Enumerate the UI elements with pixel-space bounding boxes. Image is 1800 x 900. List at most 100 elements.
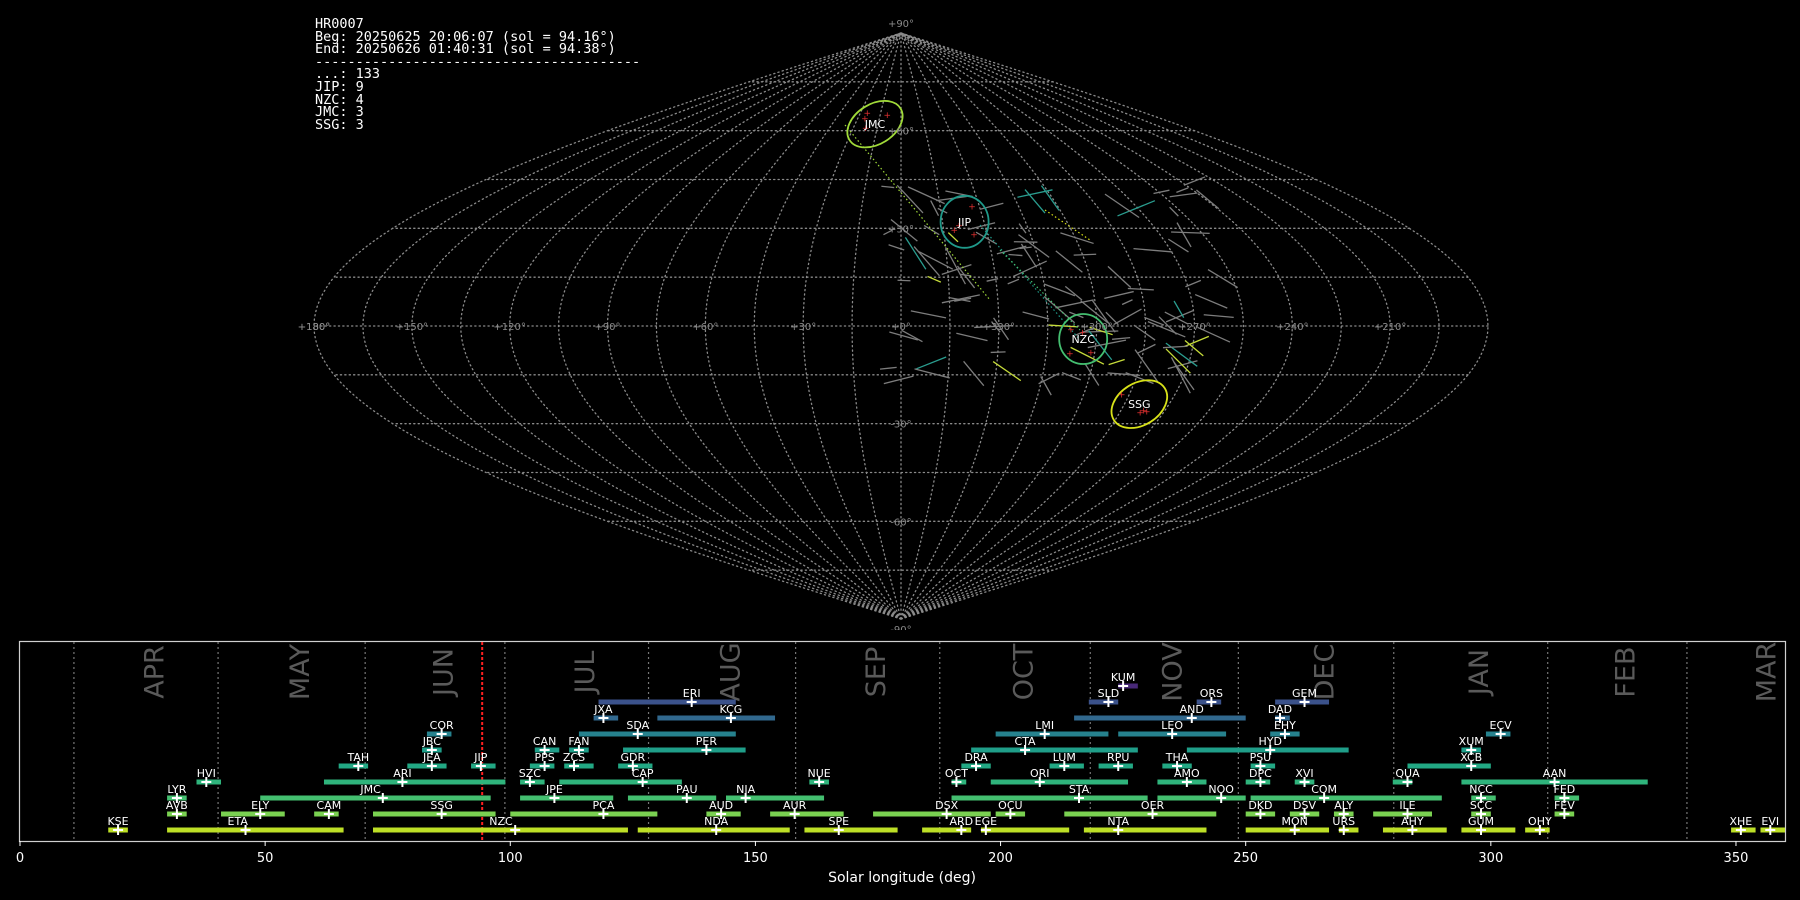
longitude-tick-label: +180° xyxy=(298,322,330,333)
shower-bar xyxy=(804,827,898,833)
meteor-trail xyxy=(1137,343,1156,354)
shower-label: SDA xyxy=(626,719,649,732)
meteor-trail xyxy=(879,366,897,370)
longitude-tick-label: +60° xyxy=(692,322,718,333)
meteor-trail xyxy=(1176,187,1189,194)
radiant-point: + xyxy=(970,231,978,241)
shower-label: XVI xyxy=(1295,767,1313,780)
shower-bar xyxy=(637,827,790,833)
shower-label: NOO xyxy=(1208,783,1234,796)
shower-bar xyxy=(1245,827,1330,833)
shower-label: LMI xyxy=(1035,719,1054,732)
meteor-trail xyxy=(990,351,1006,354)
radiant-point: + xyxy=(1118,390,1126,400)
shower-trail xyxy=(999,249,1081,331)
meteor-trail xyxy=(941,294,980,304)
latitude-tick-label: +60° xyxy=(888,127,914,138)
shower-bar xyxy=(980,827,1070,833)
shower-label: AHY xyxy=(1401,815,1424,828)
shower-label: SSG xyxy=(430,799,453,812)
shower-bar xyxy=(951,779,967,785)
latitude-tick-label: -30° xyxy=(890,420,911,431)
shower-bar xyxy=(1186,747,1349,753)
shower-bar xyxy=(1731,827,1756,833)
shower-bar xyxy=(314,811,339,817)
meteor-trail xyxy=(1133,247,1173,253)
shower-bar xyxy=(1485,731,1511,737)
longitude-tick-label: +120° xyxy=(493,322,525,333)
shower-bar xyxy=(726,795,825,801)
shower-label: DPC xyxy=(1249,767,1272,780)
shower-bar xyxy=(657,715,776,721)
radiant-label: JIP xyxy=(957,216,971,229)
shower-label: XCB xyxy=(1460,751,1482,764)
shower-label: DAD xyxy=(1268,703,1292,716)
longitude-tick-label: +90° xyxy=(594,322,620,333)
shower-label: ARI xyxy=(393,767,411,780)
meteor-trail xyxy=(1040,185,1060,211)
shower-label: SLD xyxy=(1098,687,1120,700)
shower-bar xyxy=(534,747,560,753)
meteor-trail xyxy=(992,360,1022,382)
shower-bar xyxy=(196,779,222,785)
shower-bar xyxy=(1064,811,1217,817)
meteor-trail xyxy=(1133,324,1156,341)
meteor-trail xyxy=(1162,345,1188,349)
longitude-tick-label: +300° xyxy=(1080,322,1112,333)
shower-label: OCT xyxy=(945,767,968,780)
radiant-label: JMC xyxy=(864,118,886,131)
timeline-frame xyxy=(18,640,1787,843)
shower-bar xyxy=(510,811,658,817)
shower-bar xyxy=(1118,731,1227,737)
shower-label: OHY xyxy=(1528,815,1552,828)
shower-bar xyxy=(706,811,741,817)
shower-label: NZC xyxy=(489,815,513,828)
shower-label: PSU xyxy=(1250,751,1272,764)
shower-label: DSX xyxy=(935,799,958,812)
shower-bar xyxy=(1392,779,1413,785)
shower-bar xyxy=(995,811,1026,817)
shower-label: SCC xyxy=(1470,799,1493,812)
shower-bar xyxy=(593,715,619,721)
shower-bar xyxy=(1461,827,1516,833)
shower-label: AND xyxy=(1180,703,1204,716)
shower-label: DSV xyxy=(1293,799,1316,812)
shower-label: JEA xyxy=(422,751,441,764)
shower-bar xyxy=(1373,811,1432,817)
meteor-trail xyxy=(1022,311,1050,320)
meteor-trail xyxy=(1173,300,1185,318)
shower-label: EHY xyxy=(1274,719,1296,732)
shower-label: NCC xyxy=(1469,783,1493,796)
shower-label: JMC xyxy=(359,783,381,796)
shower-label: COM xyxy=(1311,783,1337,796)
meteor-trail xyxy=(1040,376,1052,396)
month-label: AUG xyxy=(715,642,746,701)
shower-label: DKD xyxy=(1248,799,1272,812)
shower-bar xyxy=(961,763,991,769)
shower-bar xyxy=(520,779,545,785)
shower-bar xyxy=(922,827,972,833)
shower-label: GDR xyxy=(621,751,646,764)
x-tick-label: 50 xyxy=(257,851,274,866)
shower-label: AUR xyxy=(783,799,807,812)
shower-bar xyxy=(1471,795,1496,801)
shower-bar xyxy=(578,731,736,737)
shower-label: COR xyxy=(430,719,454,732)
shower-label: HYD xyxy=(1258,735,1281,748)
meteor-trail xyxy=(881,185,895,189)
shower-label: EGE xyxy=(975,815,997,828)
meteor-trail xyxy=(897,279,911,282)
shower-label: JBC xyxy=(422,735,442,748)
shower-label: LUM xyxy=(1053,751,1076,764)
meteor-trail xyxy=(1153,189,1170,195)
meteor-trail xyxy=(888,244,905,251)
shower-label: NUE xyxy=(808,767,831,780)
latitude-tick-label: +30° xyxy=(888,224,914,235)
x-tick-label: 150 xyxy=(743,851,768,866)
x-tick-label: 100 xyxy=(498,851,523,866)
longitude-tick-label: +30° xyxy=(790,322,816,333)
meteor-trail xyxy=(1184,335,1210,348)
meteor-trail xyxy=(1073,253,1097,256)
shower-label: LEO xyxy=(1161,719,1183,732)
meteor-trail xyxy=(1194,293,1228,309)
